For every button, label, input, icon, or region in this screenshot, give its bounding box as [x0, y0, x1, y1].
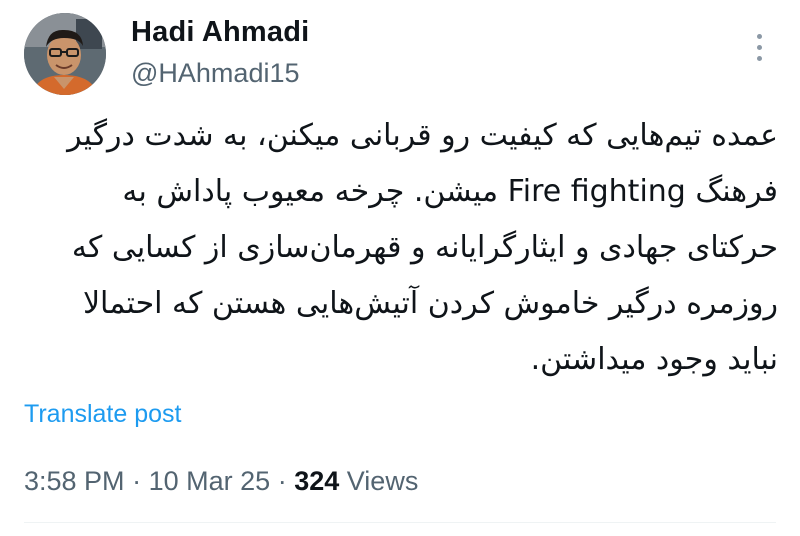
vertical-ellipsis-icon-dot	[756, 55, 762, 61]
more-options-button[interactable]	[744, 30, 774, 64]
meta-separator: ·	[277, 466, 287, 496]
vertical-ellipsis-icon	[756, 33, 762, 39]
author-info: Hadi Ahmadi @HAhmadi15	[131, 14, 309, 90]
tweet-time[interactable]: 3:58 PM	[24, 466, 125, 496]
tweet-meta: 3:58 PM · 10 Mar 25 · 324 Views	[24, 464, 418, 498]
translate-post-link[interactable]: Translate post	[24, 399, 181, 429]
tweet-card: Hadi Ahmadi @HAhmadi15 عمده تیم‌هایی که …	[0, 0, 800, 536]
vertical-ellipsis-icon-dot	[756, 44, 762, 50]
avatar[interactable]	[24, 13, 106, 95]
avatar-image	[24, 13, 106, 95]
tweet-date[interactable]: 10 Mar 25	[149, 466, 271, 496]
divider	[24, 522, 776, 523]
views-label: Views	[346, 466, 419, 496]
views-count: 324	[294, 466, 340, 496]
author-handle[interactable]: @HAhmadi15	[131, 56, 309, 90]
tweet-text: عمده تیم‌هایی که کیفیت رو قربانی میکنن، …	[67, 118, 778, 377]
author-display-name[interactable]: Hadi Ahmadi	[131, 14, 309, 50]
meta-separator: ·	[132, 466, 142, 496]
